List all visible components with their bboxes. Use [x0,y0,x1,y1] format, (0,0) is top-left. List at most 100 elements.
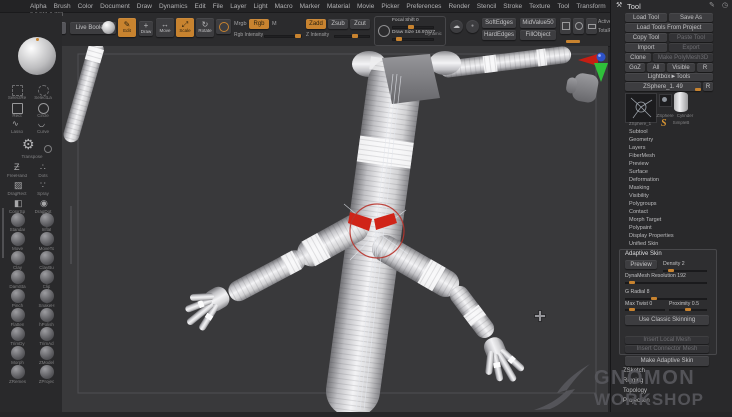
brush-thumbnail[interactable]: Pinch [4,289,31,308]
tool-section-header[interactable]: Surface [611,168,732,176]
tool-section-header[interactable]: Deformation [611,176,732,184]
dynamesh-handle[interactable] [629,281,635,284]
cylinder-thumbnail[interactable] [674,92,688,112]
visible-button[interactable]: Visible [667,63,695,72]
colorspray-stroke-icon[interactable]: ◧ [14,199,23,208]
tool-section-header[interactable]: Morph Target [611,216,732,224]
clip-rect-icon[interactable] [12,103,23,114]
pen-icon[interactable]: ✎ [709,2,715,9]
brush-thumbnail[interactable]: ZModel [33,346,60,365]
insert-connector-mesh-button[interactable]: Insert Connector Mesh [625,345,709,353]
brush-thumbnail[interactable]: TrimDy [4,327,31,346]
brush-thumbnail[interactable]: TrimAd [33,327,60,346]
tool-slider-marker[interactable] [695,88,701,91]
menu-item[interactable]: File [213,3,223,10]
sculptris-pro-button[interactable]: ☁ [450,20,463,33]
transpose-ring-icon[interactable] [44,145,52,153]
store-view-button-1[interactable] [560,18,571,34]
freehand-stroke-icon[interactable]: Ƶ [14,163,20,172]
store-view-button-2[interactable] [573,18,584,34]
adaptive-skin-title[interactable]: Adaptive Skin [625,251,662,257]
scale-button[interactable]: ⤢ Scale [176,18,194,37]
canvas-left-scrollbar[interactable] [70,206,72,264]
menu-item[interactable]: Edit [195,3,206,10]
brush-thumbnail[interactable]: ClayBu [33,251,60,270]
dots-stroke-icon[interactable]: ∴ [40,163,46,172]
brush-thumbnail[interactable]: Flatten [4,308,31,327]
save-as-button[interactable]: Save As [669,13,713,22]
current-tool-r-button[interactable]: R [703,82,713,91]
export-button[interactable]: Export [669,43,713,52]
dynamic-label[interactable]: Dynamic [425,31,442,36]
brush-thumbnail[interactable]: Clay [4,251,31,270]
menu-item[interactable]: Layer [230,3,246,10]
tool-section-header[interactable]: Display Properties [611,232,732,240]
r-button[interactable]: R [697,63,713,72]
make-adaptive-skin-button[interactable]: Make Adaptive Skin [625,356,709,366]
tool-section-header[interactable]: Preview [611,160,732,168]
load-tools-from-project-button[interactable]: Load Tools From Project [625,23,713,32]
brush-thumbnail[interactable]: ZProjec [33,365,60,384]
zsphere-mini-thumbnail[interactable] [659,94,672,107]
tool-section-header[interactable]: Layers [611,144,732,152]
insert-local-mesh-button[interactable]: Insert Local Mesh [625,336,709,344]
brush-thumbnail[interactable]: Standar [4,213,31,232]
focal-shift-slider[interactable] [392,25,434,29]
copy-tool-button[interactable]: Copy Tool [625,33,667,42]
brush-thumbnail[interactable]: MoveTo [33,232,60,251]
smt-button[interactable]: ● [466,20,479,33]
edit-button[interactable]: ✎ Edit [118,18,136,37]
brush-thumbnail[interactable]: hPolish [33,308,60,327]
tool-section-header[interactable]: Rigging [611,376,732,386]
draw-size-handle[interactable] [396,37,402,41]
focal-shift-handle[interactable] [408,25,414,29]
menu-item[interactable]: Marker [300,3,320,10]
dragdot-stroke-icon[interactable]: ◉ [40,199,48,208]
menu-item[interactable]: Texture [529,3,550,10]
menu-item[interactable]: Preferences [406,3,441,10]
max-twist-handle[interactable] [629,308,635,311]
menu-item[interactable]: Light [253,3,267,10]
proximity-slider[interactable] [669,308,707,311]
menu-item[interactable]: Picker [381,3,399,10]
current-tool-button[interactable]: ZSphere_1. 49 [625,82,701,91]
z-intensity-slider[interactable] [334,34,370,38]
rgb-button[interactable]: Rgb [249,19,269,29]
soft-edges-button[interactable]: SoftEdges [482,18,516,28]
history-circle-icon[interactable]: ◷ [722,2,728,9]
menu-item[interactable]: Draw [137,3,152,10]
brush-thumbnail[interactable]: ZRemes [4,365,31,384]
lightbox-tools-button[interactable]: Lightbox►Tools [625,73,713,81]
import-button[interactable]: Import [625,43,667,52]
density-handle[interactable] [668,269,674,272]
menu-item[interactable]: Tool [557,3,569,10]
brush-thumbnail[interactable]: Move [4,232,31,251]
zsub-button[interactable]: Zsub [328,19,348,29]
rgb-intensity-slider[interactable] [264,34,302,38]
tool-section-header[interactable]: Topology [611,386,732,396]
transpose-gear-icon[interactable]: ⚙ [22,137,35,151]
menu-item[interactable]: Document [100,3,130,10]
goz-button[interactable]: GoZ [625,63,645,72]
zcut-button[interactable]: Zcut [350,19,370,29]
fill-object-button[interactable]: FillObject [520,30,556,40]
load-tool-button[interactable]: Load Tool [625,13,667,22]
gizmo-z-sphere[interactable] [596,52,606,62]
tool-section-header[interactable]: ZSketch [611,366,732,376]
zadd-button[interactable]: Zadd [306,19,326,29]
rgb-intensity-handle[interactable] [295,34,301,38]
brush-thumbnail[interactable]: Inflat [33,213,60,232]
store-view-button-3[interactable] [586,18,597,34]
menu-item[interactable]: Dynamics [159,3,188,10]
canvas-svg[interactable] [62,41,608,417]
dragrect-stroke-icon[interactable]: ▨ [14,181,23,190]
clone-button[interactable]: Clone [625,53,651,62]
brush-thumbnail[interactable]: SnakeH [33,289,60,308]
use-classic-skinning-button[interactable]: Use Classic Skinning [625,315,709,325]
paste-tool-button[interactable]: Paste Tool [669,33,713,42]
tool-section-header[interactable]: Contact [611,208,732,216]
brush-thumbnail[interactable]: DamSta [4,270,31,289]
g-radial-handle[interactable] [651,297,657,300]
spray-stroke-icon[interactable]: ∵ [40,181,46,190]
tool-section-header[interactable]: Geometry [611,136,732,144]
